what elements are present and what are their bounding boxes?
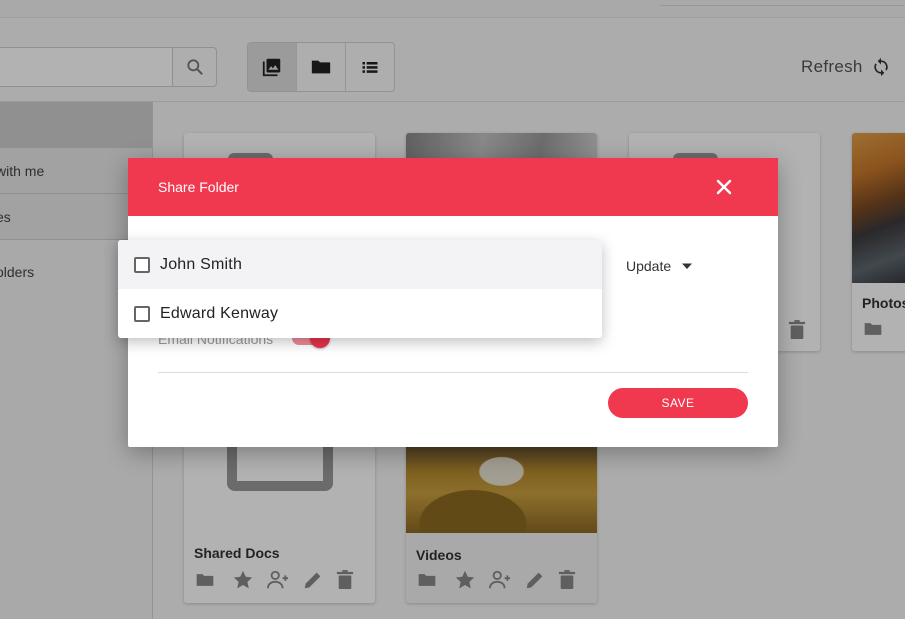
close-icon <box>716 179 732 195</box>
permission-value: Update <box>626 258 672 274</box>
caret-down-icon <box>682 263 693 269</box>
dropdown-option-edward-kenway[interactable]: Edward Kenway <box>118 289 602 338</box>
user-select-dropdown: John Smith Edward Kenway <box>118 240 602 338</box>
option-checkbox[interactable] <box>134 305 150 322</box>
dialog-header: Share Folder <box>128 158 778 216</box>
option-label: Edward Kenway <box>160 304 279 322</box>
save-button[interactable]: SAVE <box>608 388 748 418</box>
dropdown-option-john-smith[interactable]: John Smith <box>118 240 602 289</box>
option-label: John Smith <box>160 255 243 273</box>
dialog-title: Share Folder <box>158 179 239 195</box>
permission-select[interactable]: Update <box>626 258 693 274</box>
dialog-divider <box>158 372 748 373</box>
option-checkbox[interactable] <box>134 256 150 273</box>
close-button[interactable] <box>714 177 734 197</box>
